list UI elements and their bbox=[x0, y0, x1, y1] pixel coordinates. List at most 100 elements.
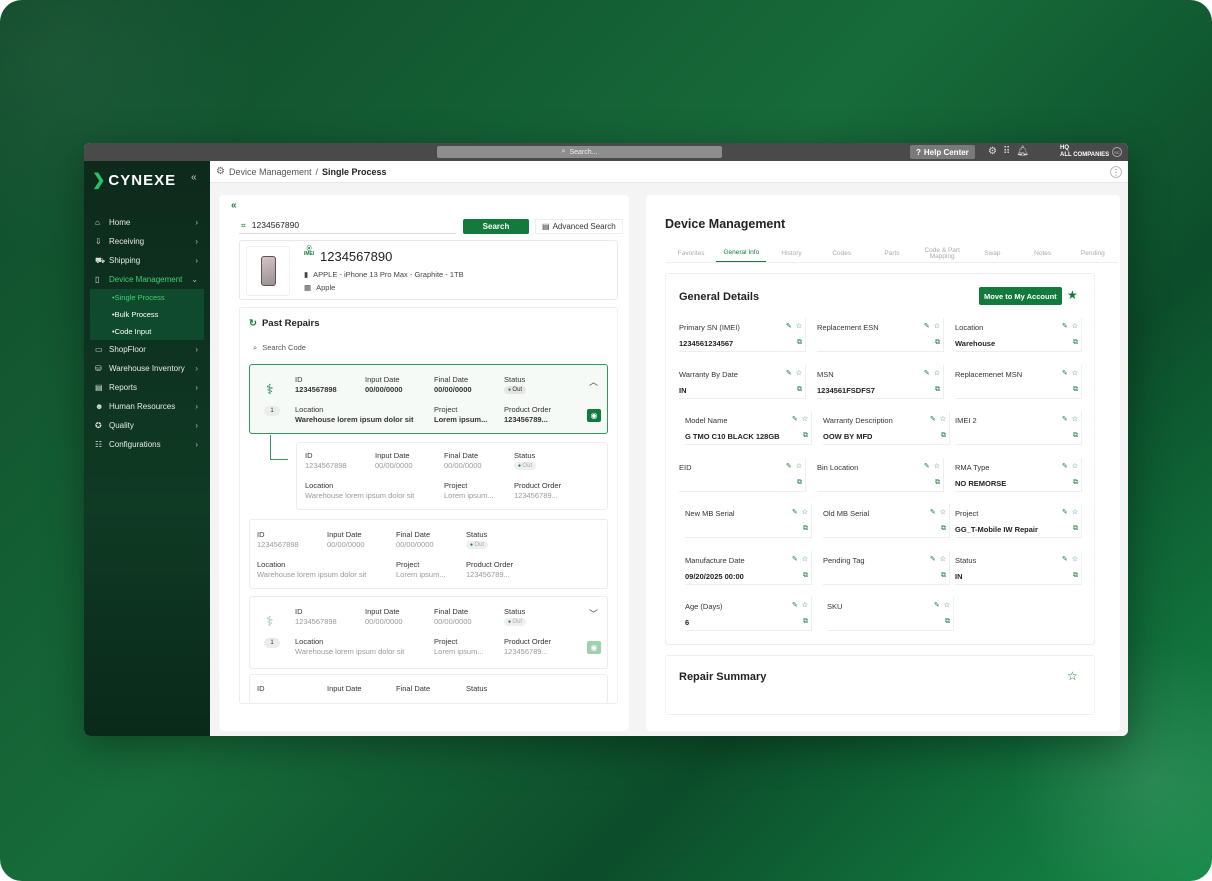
tab-favorites[interactable]: Favorites bbox=[666, 245, 716, 262]
more-options-icon[interactable]: ⋮ bbox=[1110, 166, 1122, 178]
copy-icon[interactable]: ⧉ bbox=[941, 525, 946, 533]
move-to-account-button[interactable]: Move to My Account bbox=[979, 287, 1062, 305]
global-search[interactable]: ⌕ Search... bbox=[437, 146, 722, 158]
tab-swap[interactable]: Swap bbox=[967, 245, 1017, 262]
copy-icon[interactable]: ⧉ bbox=[935, 479, 940, 487]
search-code-input[interactable]: ⌕ Search Code bbox=[253, 343, 306, 353]
edit-icon[interactable]: ✎ bbox=[924, 369, 930, 377]
star-filled-icon[interactable]: ★ bbox=[1067, 288, 1078, 302]
star-outline-icon[interactable]: ☆ bbox=[796, 369, 802, 377]
edit-icon[interactable]: ✎ bbox=[792, 555, 798, 563]
tab-notes[interactable]: Notes bbox=[1018, 245, 1068, 262]
gear-icon[interactable]: ⚙ bbox=[988, 146, 997, 157]
copy-icon[interactable]: ⧉ bbox=[797, 339, 802, 347]
edit-icon[interactable]: ✎ bbox=[924, 322, 930, 330]
star-outline-icon[interactable]: ☆ bbox=[940, 508, 946, 516]
star-outline-icon[interactable]: ☆ bbox=[1072, 555, 1078, 563]
company-switcher[interactable]: HQ ALL COMPANIES bbox=[1060, 145, 1109, 159]
copy-icon[interactable]: ⧉ bbox=[945, 618, 950, 626]
sidebar-item-warehouse-inventory[interactable]: ⛁ Warehouse Inventory › bbox=[90, 359, 204, 378]
grid-icon[interactable]: ⠿ bbox=[1003, 146, 1010, 157]
copy-icon[interactable]: ⧉ bbox=[935, 339, 940, 347]
star-outline-icon[interactable]: ☆ bbox=[934, 322, 940, 330]
edit-icon[interactable]: ✎ bbox=[792, 601, 798, 609]
copy-icon[interactable]: ⧉ bbox=[803, 572, 808, 580]
tab-parts[interactable]: Parts bbox=[867, 245, 917, 262]
avatar[interactable]: SC bbox=[1112, 147, 1122, 157]
star-outline-icon[interactable]: ☆ bbox=[802, 601, 808, 609]
star-outline-icon[interactable]: ☆ bbox=[802, 555, 808, 563]
repair-card[interactable]: ID 1234567898 Input Date 00/00/0000 Final Da… bbox=[249, 519, 608, 589]
repair-card[interactable]: ID Input Date Final Date Status bbox=[249, 674, 608, 703]
sidebar-item-quality[interactable]: ✪ Quality › bbox=[90, 416, 204, 435]
edit-icon[interactable]: ✎ bbox=[930, 555, 936, 563]
copy-icon[interactable]: ⧉ bbox=[803, 525, 808, 533]
copy-icon[interactable]: ⧉ bbox=[803, 432, 808, 440]
tab-general-info[interactable]: General Info bbox=[716, 245, 767, 262]
imei-search-input[interactable]: ⌗ 1234567890 bbox=[239, 217, 456, 234]
copy-icon[interactable]: ⧉ bbox=[1073, 386, 1078, 394]
star-outline-icon[interactable]: ☆ bbox=[796, 462, 802, 470]
star-outline-icon[interactable]: ☆ bbox=[1067, 669, 1078, 683]
edit-icon[interactable]: ✎ bbox=[930, 415, 936, 423]
edit-icon[interactable]: ✎ bbox=[924, 462, 930, 470]
star-outline-icon[interactable]: ☆ bbox=[934, 462, 940, 470]
star-outline-icon[interactable]: ☆ bbox=[934, 369, 940, 377]
edit-icon[interactable]: ✎ bbox=[786, 369, 792, 377]
copy-icon[interactable]: ⧉ bbox=[1073, 432, 1078, 440]
copy-icon[interactable]: ⧉ bbox=[803, 618, 808, 626]
repair-card[interactable]: ⚕ 1 ID 1234567898 Input Date 00/00/0000 Final … bbox=[249, 364, 608, 434]
edit-icon[interactable]: ✎ bbox=[792, 508, 798, 516]
star-outline-icon[interactable]: ☆ bbox=[1072, 415, 1078, 423]
edit-icon[interactable]: ✎ bbox=[1062, 462, 1068, 470]
sidebar-item-shipping[interactable]: ⛟ Shipping › bbox=[90, 251, 204, 270]
sidebar-item-receiving[interactable]: ⇩ Receiving › bbox=[90, 232, 204, 251]
star-outline-icon[interactable]: ☆ bbox=[940, 555, 946, 563]
search-button[interactable]: Search bbox=[463, 219, 529, 234]
edit-icon[interactable]: ✎ bbox=[1062, 555, 1068, 563]
tab-history[interactable]: History bbox=[766, 245, 816, 262]
copy-icon[interactable]: ⧉ bbox=[1073, 339, 1078, 347]
collapse-sidebar-icon[interactable]: « bbox=[191, 172, 197, 183]
copy-icon[interactable]: ⧉ bbox=[1073, 525, 1078, 533]
copy-icon[interactable]: ⧉ bbox=[797, 386, 802, 394]
star-outline-icon[interactable]: ☆ bbox=[802, 508, 808, 516]
sidebar-item-reports[interactable]: ▤ Reports › bbox=[90, 378, 204, 397]
repair-card[interactable]: ⚕ 1 ID 1234567898 Input Date 00/00/0000 Final … bbox=[249, 596, 608, 669]
tab-codes[interactable]: Codes bbox=[817, 245, 867, 262]
sidebar-item-configurations[interactable]: ☷ Configurations › bbox=[90, 435, 204, 454]
tab-pending[interactable]: Pending bbox=[1068, 245, 1118, 262]
help-center-button[interactable]: ? Help Center bbox=[910, 145, 975, 159]
star-outline-icon[interactable]: ☆ bbox=[1072, 369, 1078, 377]
edit-icon[interactable]: ✎ bbox=[1062, 508, 1068, 516]
repair-card[interactable]: ID 1234567898 Input Date 00/00/0000 Final Da… bbox=[296, 442, 608, 510]
edit-icon[interactable]: ✎ bbox=[934, 601, 940, 609]
collapse-panel-icon[interactable]: « bbox=[231, 200, 237, 211]
submenu-item-single-process[interactable]: • Single Process bbox=[90, 289, 204, 306]
sidebar-item-device-management[interactable]: ▯ Device Management ⌄ bbox=[90, 270, 204, 289]
star-outline-icon[interactable]: ☆ bbox=[796, 322, 802, 330]
submenu-item-bulk-process[interactable]: • Bulk Process bbox=[90, 306, 204, 323]
edit-icon[interactable]: ✎ bbox=[786, 462, 792, 470]
copy-icon[interactable]: ⧉ bbox=[1073, 572, 1078, 580]
edit-icon[interactable]: ✎ bbox=[1062, 369, 1068, 377]
star-outline-icon[interactable]: ☆ bbox=[1072, 462, 1078, 470]
star-outline-icon[interactable]: ☆ bbox=[1072, 508, 1078, 516]
bell-icon[interactable]: 🔔︎ bbox=[1016, 146, 1029, 157]
edit-icon[interactable]: ✎ bbox=[930, 508, 936, 516]
sidebar-item-home[interactable]: ⌂ Home › bbox=[90, 213, 204, 232]
copy-icon[interactable]: ⧉ bbox=[941, 572, 946, 580]
view-icon[interactable]: ◉ bbox=[587, 641, 601, 654]
sidebar-item-human-resources[interactable]: ☻ Human Resources › bbox=[90, 397, 204, 416]
advanced-search-button[interactable]: ▤ Advanced Search bbox=[535, 219, 623, 234]
edit-icon[interactable]: ✎ bbox=[1062, 415, 1068, 423]
breadcrumb-section[interactable]: Device Management bbox=[229, 167, 312, 177]
chevron-down-icon[interactable]: ﹀ bbox=[589, 607, 598, 620]
star-outline-icon[interactable]: ☆ bbox=[802, 415, 808, 423]
edit-icon[interactable]: ✎ bbox=[786, 322, 792, 330]
copy-icon[interactable]: ⧉ bbox=[941, 432, 946, 440]
copy-icon[interactable]: ⧉ bbox=[935, 386, 940, 394]
star-outline-icon[interactable]: ☆ bbox=[940, 415, 946, 423]
copy-icon[interactable]: ⧉ bbox=[797, 479, 802, 487]
sidebar-item-shopfloor[interactable]: ▭ ShopFloor › bbox=[90, 340, 204, 359]
